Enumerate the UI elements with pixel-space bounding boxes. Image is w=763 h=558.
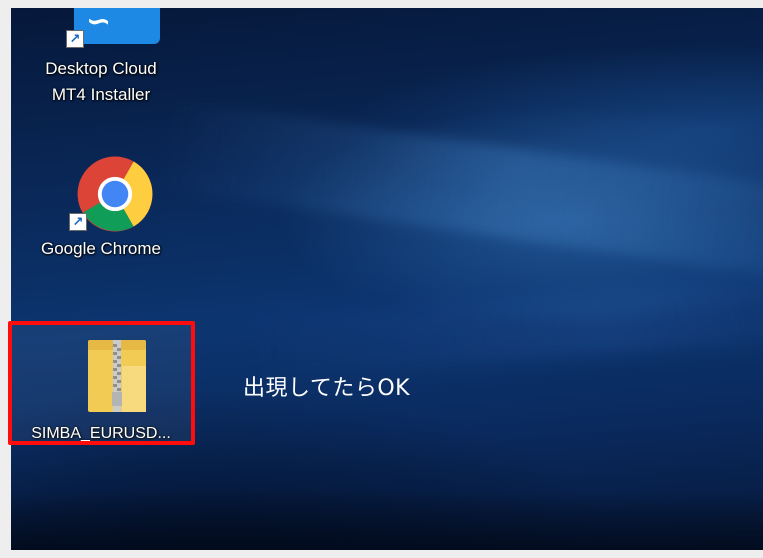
annotation-text: 出現してたらOK xyxy=(243,376,411,401)
desktop[interactable]: ∽ ↗ Desktop Cloud MT4 Installer ↗ Google… xyxy=(11,8,763,550)
screenshot-frame: ∽ ↗ Desktop Cloud MT4 Installer ↗ Google… xyxy=(0,0,763,558)
wallpaper-bottom-shade xyxy=(11,490,763,550)
wallpaper-light-beam-lower xyxy=(249,277,763,379)
wallpaper-light-beam xyxy=(158,99,763,287)
highlight-box xyxy=(8,321,195,445)
